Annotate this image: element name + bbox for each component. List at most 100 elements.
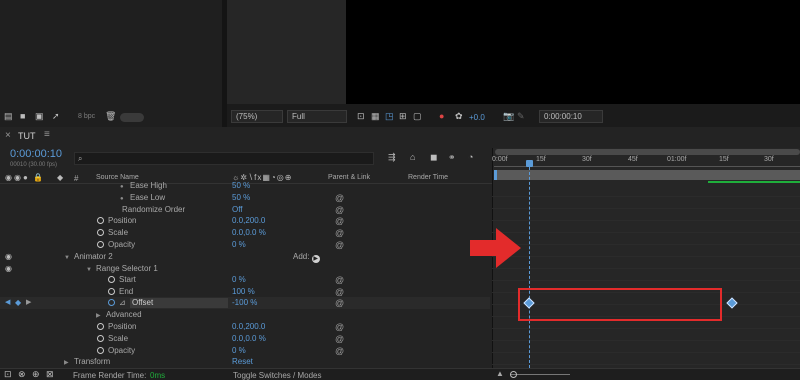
layer-row-scale-2[interactable]: Scale 0.0,0.0 % @ [0,333,490,345]
prev-keyframe-icon[interactable]: ◀ [5,297,10,309]
pick-whip-icon[interactable]: @ [335,192,344,204]
exposure-icon[interactable]: ✿ [455,111,463,122]
stopwatch-icon[interactable] [97,323,104,330]
comp-tab[interactable]: × TUT ≡ [0,129,80,143]
channel-icon[interactable]: ● [439,111,444,121]
motion-blur-icon[interactable]: ◔ [468,152,473,162]
layer-row-advanced[interactable]: ▶ Advanced [0,309,490,321]
layer-row-animator-2[interactable]: ◉ ▼ Animator 2 Add: ▶ [0,251,490,263]
guides-icon[interactable]: ⊞ [399,111,407,122]
stopwatch-icon[interactable] [108,288,115,295]
mask-icon[interactable]: ◳ [385,111,394,122]
stopwatch-icon[interactable] [97,335,104,342]
pick-whip-icon[interactable]: @ [335,215,344,227]
toggle-switches-modes[interactable]: Toggle Switches / Modes [233,371,322,380]
stopwatch-icon[interactable] [97,347,104,354]
close-tab-icon[interactable]: × [5,130,11,141]
fit-icon[interactable]: ⊡ [357,111,365,122]
add-label: Add: [293,252,310,261]
layer-row-transform[interactable]: ▶ Transform Reset [0,356,490,368]
stopwatch-icon[interactable] [97,241,104,248]
modes-icon[interactable]: ⊕ [32,369,40,380]
layer-value[interactable]: 0.0,0.0 % [232,333,266,345]
new-folder-icon[interactable]: ■ [20,111,25,121]
frame-info: 00010 (30.00 fps) [10,162,58,168]
frame-blending-icon[interactable]: ⚭ [448,152,456,163]
interpret-footage-icon[interactable]: ▤ [4,111,13,122]
timeline-row [492,245,800,257]
time-navigator-bar[interactable] [495,149,800,155]
zoom-slider-thumb[interactable] [510,371,517,378]
pick-whip-icon[interactable]: @ [335,227,344,239]
exposure-value[interactable]: +0.0 [469,113,485,122]
layer-value[interactable]: 0 % [232,274,246,286]
layer-row-offset[interactable]: ◀ ◆ ▶ ⊿ Offset -100 % @ [0,297,490,309]
keyframe-toggle-icon[interactable]: ◆ [15,297,21,309]
pick-whip-icon[interactable]: @ [335,333,344,345]
snapshot-icon[interactable]: 📷 [503,111,514,122]
zoom-slider[interactable] [510,374,570,375]
project-panel [0,0,222,127]
layer-duration-bar[interactable] [708,181,800,183]
render-preview-icon[interactable]: ⊡ [4,369,12,380]
layer-name: Opacity [108,240,136,249]
layer-value[interactable]: -100 % [232,297,257,309]
current-timecode[interactable]: 0:00:00:10 [10,148,62,160]
stopwatch-icon[interactable] [108,276,115,283]
playhead-handle[interactable] [525,160,533,167]
new-comp-icon[interactable]: ▣ [35,111,44,122]
pick-whip-icon[interactable]: @ [335,239,344,251]
layer-row-scale[interactable]: Scale 0.0,0.0 % @ [0,227,490,239]
work-area-bar[interactable] [495,170,800,180]
graph-icon[interactable]: ⊿ [119,298,126,307]
offset-name-field[interactable]: Offset [130,298,228,308]
layer-row-opacity[interactable]: Opacity 0 % @ [0,239,490,251]
stopwatch-active-icon[interactable] [108,299,115,306]
zoom-out-icon[interactable]: ▲ [496,369,504,378]
graph-toggle-icon[interactable]: ⊠ [46,369,54,380]
layer-value[interactable]: 0.0,0.0 % [232,227,266,239]
keyframe-highlight-box [518,288,722,321]
layer-row-start[interactable]: Start 0 % @ [0,274,490,286]
layer-value[interactable]: 50 % [232,180,250,192]
layer-value[interactable]: Reset [232,356,253,368]
shy-layers-icon[interactable]: ◼ [430,152,437,163]
bpc-toggle[interactable] [120,113,144,122]
layer-value[interactable]: 50 % [232,192,250,204]
search-input[interactable]: ⌕ [74,152,374,165]
layer-value[interactable]: 0 % [232,239,246,251]
viewer-timecode[interactable]: 0:00:00:10 [539,110,603,123]
layer-value[interactable]: 0.0,200.0 [232,321,265,333]
visibility-eye-icon[interactable]: ◉ [5,251,12,263]
switches-icon[interactable]: ⊗ [18,369,26,380]
region-icon[interactable]: ▢ [413,111,422,122]
layer-row-ease-high[interactable]: ● Ease High 50 % [0,180,490,192]
layer-row-ease-low[interactable]: ● Ease Low 50 % @ [0,192,490,204]
layer-value[interactable]: 0.0,200.0 [232,215,265,227]
zoom-dropdown[interactable]: (75%) [231,110,283,123]
layer-row-position-2[interactable]: Position 0.0,200.0 @ [0,321,490,333]
transparency-grid-icon[interactable]: ▦ [371,111,380,122]
pick-whip-icon[interactable]: @ [335,297,344,309]
composition-viewer[interactable] [346,0,800,104]
work-area-start-handle[interactable] [494,170,497,180]
layer-name: Position [108,216,137,225]
ruler-tick: 30f [764,156,774,163]
resolution-dropdown[interactable]: Full [287,110,347,123]
pin-icon[interactable]: ➚ [52,111,60,122]
panel-menu-icon[interactable]: ≡ [44,129,50,140]
stopwatch-icon[interactable] [97,217,104,224]
show-snapshot-icon[interactable]: ✎ [517,111,525,122]
comp-mini-flowchart-icon[interactable]: ⇶ [388,152,396,163]
stopwatch-icon[interactable] [97,229,104,236]
layer-row-position[interactable]: Position 0.0,200.0 @ [0,215,490,227]
draft-3d-icon[interactable]: ⌂ [410,152,415,162]
add-menu[interactable]: Add: ▶ [293,251,320,263]
bpc-label[interactable]: 8 bpc [78,113,95,120]
playhead[interactable] [525,160,533,368]
next-keyframe-icon[interactable]: ▶ [26,297,31,309]
trash-icon[interactable]: 🗑 [105,111,116,122]
layer-name: Start [119,275,136,284]
pick-whip-icon[interactable]: @ [335,321,344,333]
pick-whip-icon[interactable]: @ [335,274,344,286]
